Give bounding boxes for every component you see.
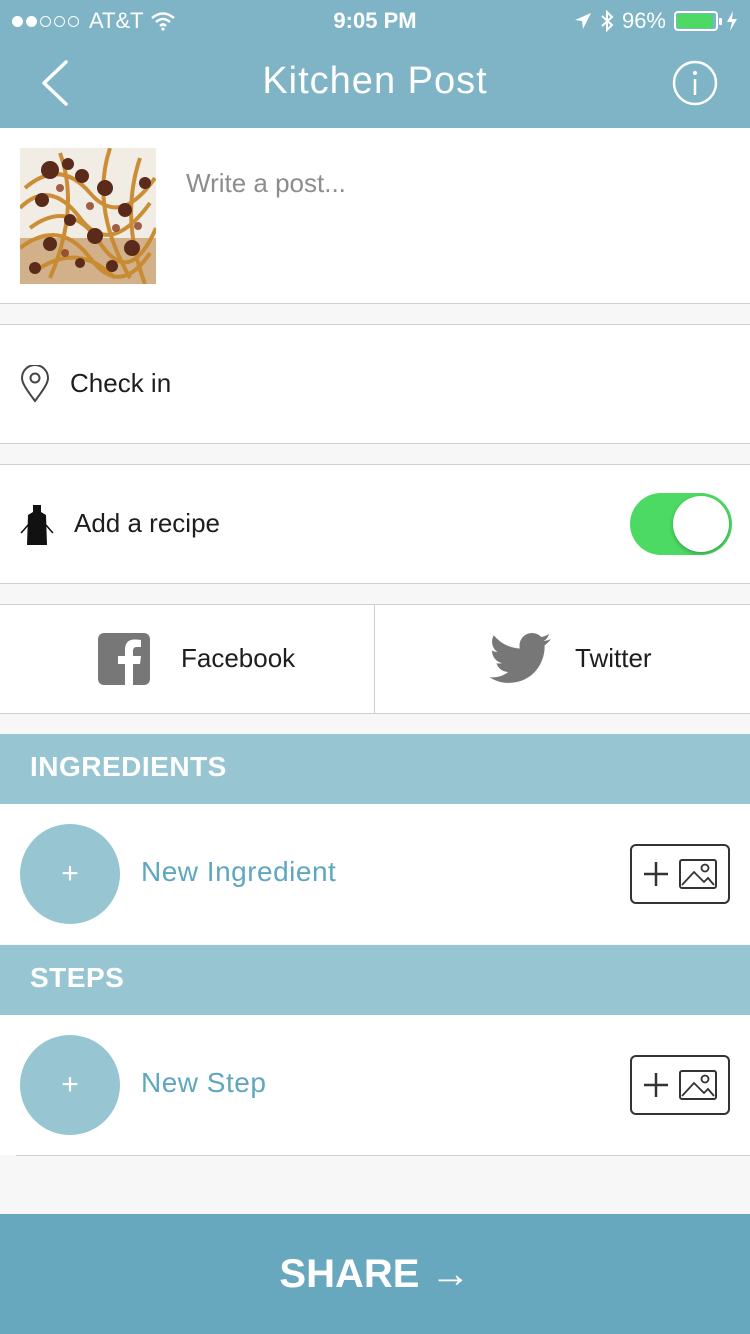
divider <box>0 583 750 584</box>
location-arrow-icon <box>574 13 591 29</box>
add-ingredient-button[interactable]: + <box>20 824 120 924</box>
divider <box>0 443 750 444</box>
add-image-icon <box>644 1070 717 1100</box>
battery-icon <box>674 11 722 31</box>
check-in-label: Check in <box>70 368 172 398</box>
add-ingredient-image-button[interactable] <box>630 844 730 904</box>
page-title: Kitchen Post <box>262 60 488 102</box>
ingredients-section-header: INGREDIENTS <box>0 734 750 804</box>
battery-percent: 96% <box>621 8 666 33</box>
info-icon[interactable] <box>672 60 718 106</box>
post-composer: Write a post... <box>0 128 750 303</box>
new-ingredient-row: + New Ingredient <box>0 804 750 944</box>
divider <box>0 713 750 714</box>
social-share-row: Facebook Twitter <box>0 605 750 713</box>
facebook-icon <box>98 633 150 685</box>
add-image-icon <box>644 859 717 889</box>
post-photo-thumbnail[interactable] <box>20 148 156 284</box>
share-button[interactable]: SHARE → <box>0 1214 750 1334</box>
apron-icon <box>20 505 54 545</box>
divider <box>0 303 750 304</box>
post-text-input[interactable]: Write a post... <box>186 168 346 199</box>
divider <box>16 1155 750 1156</box>
twitter-icon <box>489 633 551 683</box>
new-step-label[interactable]: New Step <box>141 1067 266 1099</box>
add-recipe-label: Add a recipe <box>74 508 220 538</box>
add-step-image-button[interactable] <box>630 1055 730 1115</box>
new-step-row: + New Step <box>0 1015 750 1155</box>
twitter-button[interactable]: Twitter <box>375 605 750 713</box>
charging-bolt-icon <box>727 11 737 31</box>
steps-header-label: STEPS <box>30 962 125 993</box>
add-step-button[interactable]: + <box>20 1035 120 1135</box>
bluetooth-icon <box>601 10 614 32</box>
add-recipe-row: Add a recipe <box>0 465 750 583</box>
status-bar: AT&T 9:05 PM 96% <box>0 0 750 40</box>
ingredients-header-label: INGREDIENTS <box>30 751 227 782</box>
steps-section-header: STEPS <box>0 945 750 1015</box>
check-in-row[interactable]: Check in <box>0 325 750 443</box>
new-ingredient-label[interactable]: New Ingredient <box>141 856 336 888</box>
location-pin-icon <box>20 365 50 403</box>
add-recipe-toggle[interactable] <box>630 493 732 555</box>
nav-bar: Kitchen Post <box>0 40 750 128</box>
facebook-button[interactable]: Facebook <box>0 605 375 713</box>
toggle-knob <box>673 496 729 552</box>
facebook-label: Facebook <box>181 643 296 673</box>
share-label: SHARE → <box>279 1252 471 1296</box>
status-right-group: 96% <box>574 8 738 34</box>
twitter-label: Twitter <box>575 643 652 673</box>
